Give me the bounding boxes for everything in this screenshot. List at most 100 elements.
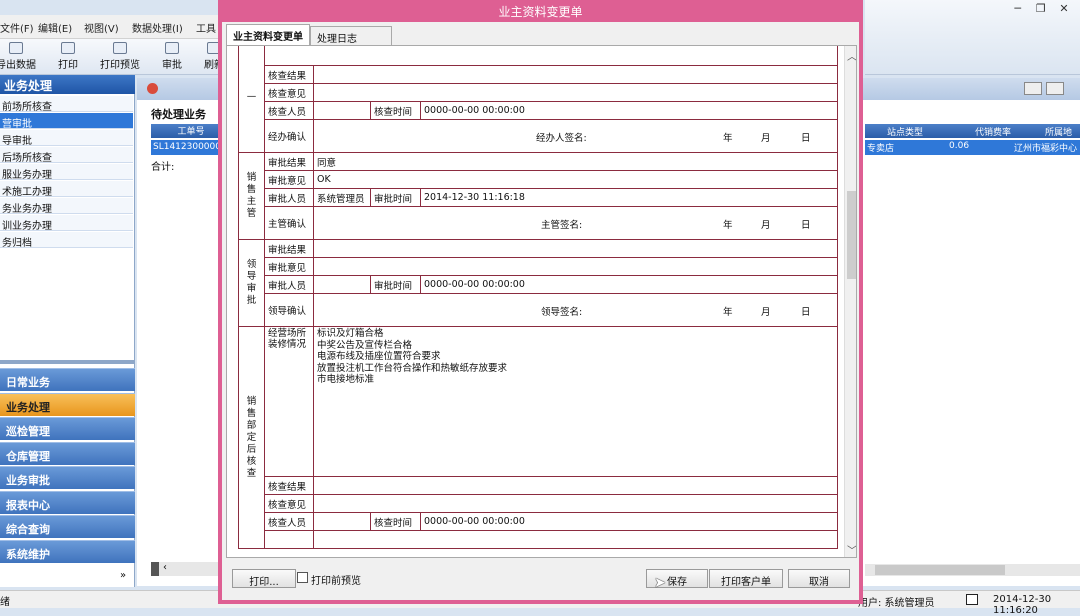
approve-opinion-field[interactable]: OK: [313, 170, 838, 189]
check-person-field[interactable]: [313, 101, 371, 120]
post-result-label: 核查结果: [264, 476, 314, 495]
year-label: 年: [723, 220, 733, 231]
panel-maximize-icon[interactable]: [1046, 82, 1064, 95]
print-toolbar-button[interactable]: 打印: [46, 42, 90, 71]
restore-icon[interactable]: ❐: [1031, 2, 1051, 15]
leader-group: 领导审批: [238, 239, 265, 327]
leader-person-field[interactable]: [313, 275, 371, 294]
post-person-label: 核查人员: [264, 512, 314, 531]
sidebar-item[interactable]: 务业务办理: [0, 198, 133, 214]
status-datetime: 2014-12-30 11:16:20: [993, 594, 1052, 616]
vertical-scrollbar[interactable]: ︿ ﹀: [844, 46, 856, 557]
print-customer-button[interactable]: 打印客户单: [709, 569, 783, 588]
cancel-button[interactable]: 取消: [788, 569, 850, 588]
approve-label: 审批: [162, 60, 182, 71]
day-label: 日: [801, 133, 811, 144]
sidebar-group[interactable]: 日常业务: [0, 368, 135, 391]
sidebar-group[interactable]: 业务处理: [0, 392, 135, 416]
scroll-thumb-right[interactable]: [875, 565, 1005, 575]
cell-region: 辽州市福彩中心: [1014, 144, 1078, 154]
venue-detail-field[interactable]: 标识及灯箱合格 中奖公告及宣传栏合格 电源布线及插座位置符合要求 放置投注机工作…: [313, 326, 838, 477]
post-person-field[interactable]: [313, 512, 371, 531]
toolbar: 导出数据 打印 打印预览 审批 刷新: [0, 39, 224, 75]
sidebar: 业务处理 前场所核查 营审批 导审批 后场所核查 服业务办理 术施工办理 务业务办理 训业务办…: [0, 75, 135, 587]
menu-edit[interactable]: 编辑(E): [38, 20, 72, 35]
sidebar-item[interactable]: 导审批: [0, 130, 133, 146]
sidebar-item[interactable]: 务归档: [0, 232, 133, 248]
approve-person-field[interactable]: 系统管理员: [313, 188, 371, 207]
app-titlebar-right: ─ ❐ ✕: [865, 0, 1080, 75]
sidebar-item[interactable]: 营审批: [0, 113, 133, 129]
top-group-cell: —: [238, 46, 265, 153]
status-ready: 绪: [0, 597, 10, 608]
post-time-field[interactable]: 0000-00-00 00:00:00: [420, 512, 838, 531]
sidebar-group[interactable]: 巡检管理: [0, 417, 135, 440]
sales-supervisor-group: 销售主管: [238, 152, 265, 240]
menu-tools[interactable]: 工具: [196, 20, 216, 35]
tab-process-log[interactable]: 处理日志: [310, 26, 392, 45]
post-check-group: 销售部定后核查: [238, 326, 265, 549]
leader-opinion-field[interactable]: [313, 257, 838, 276]
check-opinion-field[interactable]: [313, 83, 838, 102]
approve-icon: [165, 42, 179, 54]
scroll-left-icon[interactable]: ‹: [163, 562, 167, 573]
printer-icon: [61, 42, 75, 54]
scroll-down-icon[interactable]: ﹀: [845, 542, 856, 557]
check-time-field[interactable]: 0000-00-00 00:00:00: [420, 101, 838, 120]
handler-sign-cell: 经办人签名: 年 月 日: [313, 119, 838, 153]
dialog-title: 业主资料变更单: [498, 5, 583, 19]
grid-header-site-type[interactable]: 站点类型: [887, 125, 923, 138]
grid-header-rate[interactable]: 代销费率: [975, 125, 1011, 138]
menu-file[interactable]: 文件(F): [0, 20, 34, 35]
sidebar-item[interactable]: 前场所核查: [0, 96, 133, 112]
print-preview-label[interactable]: 打印前预览: [311, 572, 361, 587]
chevron-down-icon[interactable]: »: [120, 570, 126, 581]
venue-line: 市电接地标准: [317, 374, 375, 385]
cell-site-type: 专卖店: [867, 144, 895, 154]
month-label: 月: [761, 133, 771, 144]
approve-result-field[interactable]: 同意: [313, 152, 838, 171]
minimize-icon[interactable]: ─: [1008, 2, 1028, 15]
menu-view[interactable]: 视图(V): [84, 20, 119, 35]
grid-header-region[interactable]: 所属地: [1045, 125, 1072, 138]
print-preview-label: 打印预览: [100, 60, 140, 71]
menu-data[interactable]: 数据处理(I): [132, 20, 183, 35]
handler-sign-label: 经办人签名:: [536, 133, 587, 144]
check-result-label: 核查结果: [264, 65, 314, 84]
sidebar-group[interactable]: 业务审批: [0, 466, 135, 489]
export-icon: [9, 42, 23, 54]
sidebar-item[interactable]: 服业务办理: [0, 164, 133, 180]
leader-time-field[interactable]: 0000-00-00 00:00:00: [420, 275, 838, 294]
export-button[interactable]: 导出数据: [0, 42, 38, 71]
horizontal-scrollbar-right[interactable]: [865, 564, 1080, 576]
print-preview-toolbar-button[interactable]: 打印预览: [98, 42, 142, 71]
form-scroll-area: — 核查结果 核查意见 核查人员 核查时间 0000-00-00 00:00:00 …: [226, 45, 857, 558]
scroll-up-icon[interactable]: ︿: [845, 48, 856, 63]
approve-toolbar-button[interactable]: 审批: [150, 42, 194, 71]
sidebar-group[interactable]: 报表中心: [0, 490, 135, 514]
approve-time-field[interactable]: 2014-12-30 11:16:18: [420, 188, 838, 207]
leader-time-label: 审批时间: [370, 275, 421, 294]
panel-minimize-icon[interactable]: [1024, 82, 1042, 95]
sidebar-group[interactable]: 仓库管理: [0, 441, 135, 465]
tab-change-form[interactable]: 业主资料变更单: [226, 24, 310, 45]
post-result-field[interactable]: [313, 476, 838, 495]
sidebar-item[interactable]: 术施工办理: [0, 181, 133, 197]
print-button[interactable]: 打印...: [232, 569, 296, 588]
sidebar-item[interactable]: 后场所核查: [0, 147, 133, 163]
leader-result-field[interactable]: [313, 239, 838, 258]
sidebar-group[interactable]: 系统维护: [0, 539, 135, 563]
check-result-field[interactable]: [313, 65, 838, 84]
blank-row: [313, 530, 838, 549]
check-person-label: 核查人员: [264, 101, 314, 120]
mouse-cursor-icon: ➤: [654, 575, 666, 591]
close-icon[interactable]: ✕: [1054, 2, 1074, 15]
sidebar-item[interactable]: 训业务办理: [0, 215, 133, 231]
scroll-thumb[interactable]: [847, 191, 856, 279]
print-preview-checkbox[interactable]: [297, 572, 308, 583]
post-opinion-field[interactable]: [313, 494, 838, 513]
scroll-thumb: [151, 562, 159, 576]
sidebar-group[interactable]: 综合查询: [0, 515, 135, 538]
table-row-right[interactable]: 专卖店 0.06 辽州市福彩中心: [865, 140, 1080, 155]
sidebar-splitter[interactable]: [0, 360, 135, 364]
